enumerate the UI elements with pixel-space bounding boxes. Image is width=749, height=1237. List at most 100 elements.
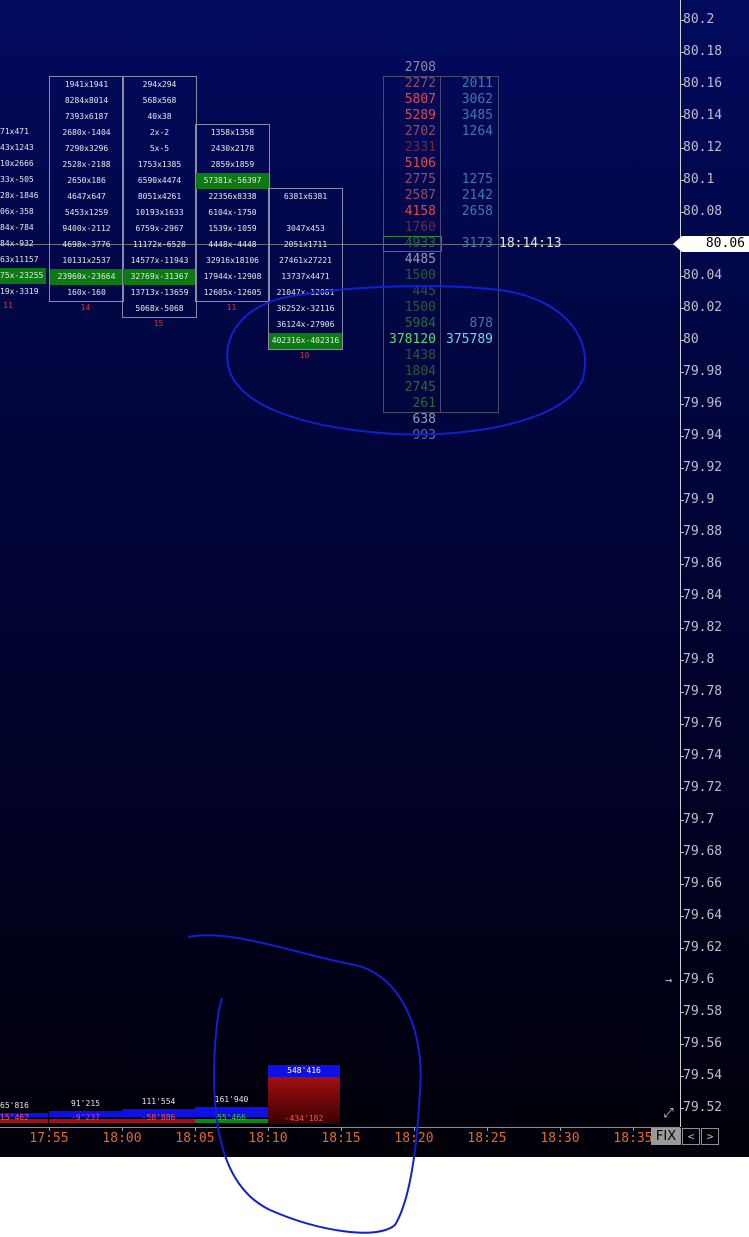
price-label: 79.8 <box>683 652 715 667</box>
volume-total: 91'215 <box>71 1099 100 1108</box>
cluster-row: 1539x-1059 <box>208 224 257 233</box>
time-tick <box>560 1127 561 1131</box>
price-tick <box>680 628 684 629</box>
cluster-count: 10 <box>299 351 310 360</box>
price-tick <box>680 436 684 437</box>
cluster-row: 5068x-5068 <box>135 304 184 313</box>
cluster-row: 10193x1633 <box>135 208 184 217</box>
time-label: 18:15 <box>321 1131 361 1146</box>
cluster-row: 63x11157 <box>0 255 39 264</box>
ladder-left-value: 2587 <box>404 188 436 203</box>
price-label: 79.52 <box>683 1100 723 1115</box>
cluster-row: 6759x-2967 <box>135 224 184 233</box>
price-tick <box>680 116 684 117</box>
cluster-row <box>269 205 342 221</box>
time-tick <box>341 1127 342 1131</box>
volume-total: 111'554 <box>141 1097 176 1106</box>
cluster-row: 19x-3319 <box>0 287 39 296</box>
ladder-left-value: 2745 <box>404 380 436 395</box>
ladder-left-value: 1500 <box>404 300 436 315</box>
time-tick <box>414 1127 415 1131</box>
cluster-row: 160x-160 <box>67 288 106 297</box>
fix-button[interactable]: FIX <box>651 1128 681 1145</box>
ladder-right-value: 3062 <box>461 92 493 107</box>
cluster-row: 43x1243 <box>0 143 34 152</box>
cluster-row: 4698x-3776 <box>62 240 111 249</box>
volume-total: 548'416 <box>287 1066 321 1075</box>
time-label: 18:20 <box>394 1131 434 1146</box>
ladder-left-value: 4485 <box>404 252 436 267</box>
expand-icon[interactable]: ⤢ <box>660 1105 677 1122</box>
cluster-row: 71x471 <box>0 127 29 136</box>
cluster-row: 7393x6187 <box>64 112 109 121</box>
price-tick <box>680 820 684 821</box>
cluster-row: 33x-505 <box>0 175 34 184</box>
cluster-row: 6381x6381 <box>283 192 328 201</box>
price-label: 79.86 <box>683 556 723 571</box>
scroll-right-button[interactable]: > <box>701 1128 719 1145</box>
price-label: 80 <box>683 332 699 347</box>
price-label: 79.62 <box>683 940 723 955</box>
price-label: 79.58 <box>683 1004 723 1019</box>
cluster-row: 402316x-402316 <box>269 333 342 349</box>
time-label: 18:10 <box>248 1131 288 1146</box>
price-label: 79.74 <box>683 748 723 763</box>
footprint-cluster[interactable]: 6381x6381 3047x453 2051x1711 27461x27221 137… <box>268 188 343 350</box>
price-label: 79.76 <box>683 716 723 731</box>
price-label: 79.9 <box>683 492 715 507</box>
price-tick <box>680 180 684 181</box>
cluster-count: 14 <box>80 303 91 312</box>
cluster-row: 2680x-1404 <box>62 128 111 137</box>
ladder-right-value: 878 <box>469 316 493 331</box>
cluster-row: 32769x-31367 <box>123 269 196 285</box>
time-tick <box>49 1127 50 1131</box>
cluster-row: 2859x1859 <box>210 160 255 169</box>
cluster-row: 5x-5 <box>149 144 170 153</box>
scroll-left-button[interactable]: < <box>682 1128 700 1145</box>
price-tick <box>680 1012 684 1013</box>
current-time-label: 18:14:13 <box>499 236 562 251</box>
price-marker-arrow-icon: → <box>665 973 673 987</box>
price-tick <box>680 916 684 917</box>
chart-area[interactable]: 80.2 80.18 80.16 80.14 80.12 80.1 80.08 80.06 80… <box>0 0 749 1157</box>
price-label: 79.96 <box>683 396 723 411</box>
price-label: 79.56 <box>683 1036 723 1051</box>
price-tick <box>680 724 684 725</box>
price-tick <box>680 500 684 501</box>
ladder-left-value: 5807 <box>404 92 436 107</box>
ladder-right-value: 1264 <box>461 124 493 139</box>
cluster-row: 32916x18106 <box>206 256 259 265</box>
price-label: 80.08 <box>683 204 723 219</box>
cluster-row: 7290x3296 <box>64 144 109 153</box>
volume-delta: -58'886 <box>141 1113 176 1122</box>
price-tick <box>680 948 684 949</box>
ladder-left-value: 5984 <box>404 316 436 331</box>
cluster-row: 10131x2537 <box>62 256 111 265</box>
ladder-right-value: 3173 <box>461 236 493 251</box>
price-tick <box>680 756 684 757</box>
cluster-row: 8051x4261 <box>137 192 182 201</box>
footprint-cluster[interactable]: 1358x1358 2430x2178 2859x1859 57381x-56397 2… <box>195 124 270 302</box>
time-tick <box>633 1127 634 1131</box>
cluster-row: 8284x8014 <box>64 96 109 105</box>
cluster-row: 27461x27221 <box>279 256 332 265</box>
time-axis-line <box>0 1127 680 1128</box>
price-label: 79.7 <box>683 812 715 827</box>
time-label: 18:05 <box>175 1131 215 1146</box>
cluster-row: 3047x453 <box>286 224 325 233</box>
time-label: 17:55 <box>29 1131 69 1146</box>
ladder-current-row <box>383 236 442 252</box>
footprint-cluster[interactable]: 1941x1941 8284x8014 7393x6187 2680x-1404 729… <box>49 76 124 302</box>
ladder-right-value: 3485 <box>461 108 493 123</box>
price-tick <box>680 84 684 85</box>
ladder-left-value: 2775 <box>404 172 436 187</box>
time-tick <box>487 1127 488 1131</box>
price-label: 79.92 <box>683 460 723 475</box>
time-label: 18:25 <box>467 1131 507 1146</box>
ladder-left-value: 5289 <box>404 108 436 123</box>
cluster-row: 36252x-32116 <box>276 304 335 313</box>
time-tick <box>268 1127 269 1131</box>
footprint-cluster[interactable]: 294x294 568x568 40x38 2x-2 5x-5 1753x1385 6590… <box>122 76 197 318</box>
price-tick <box>680 980 684 981</box>
price-label: 79.54 <box>683 1068 723 1083</box>
